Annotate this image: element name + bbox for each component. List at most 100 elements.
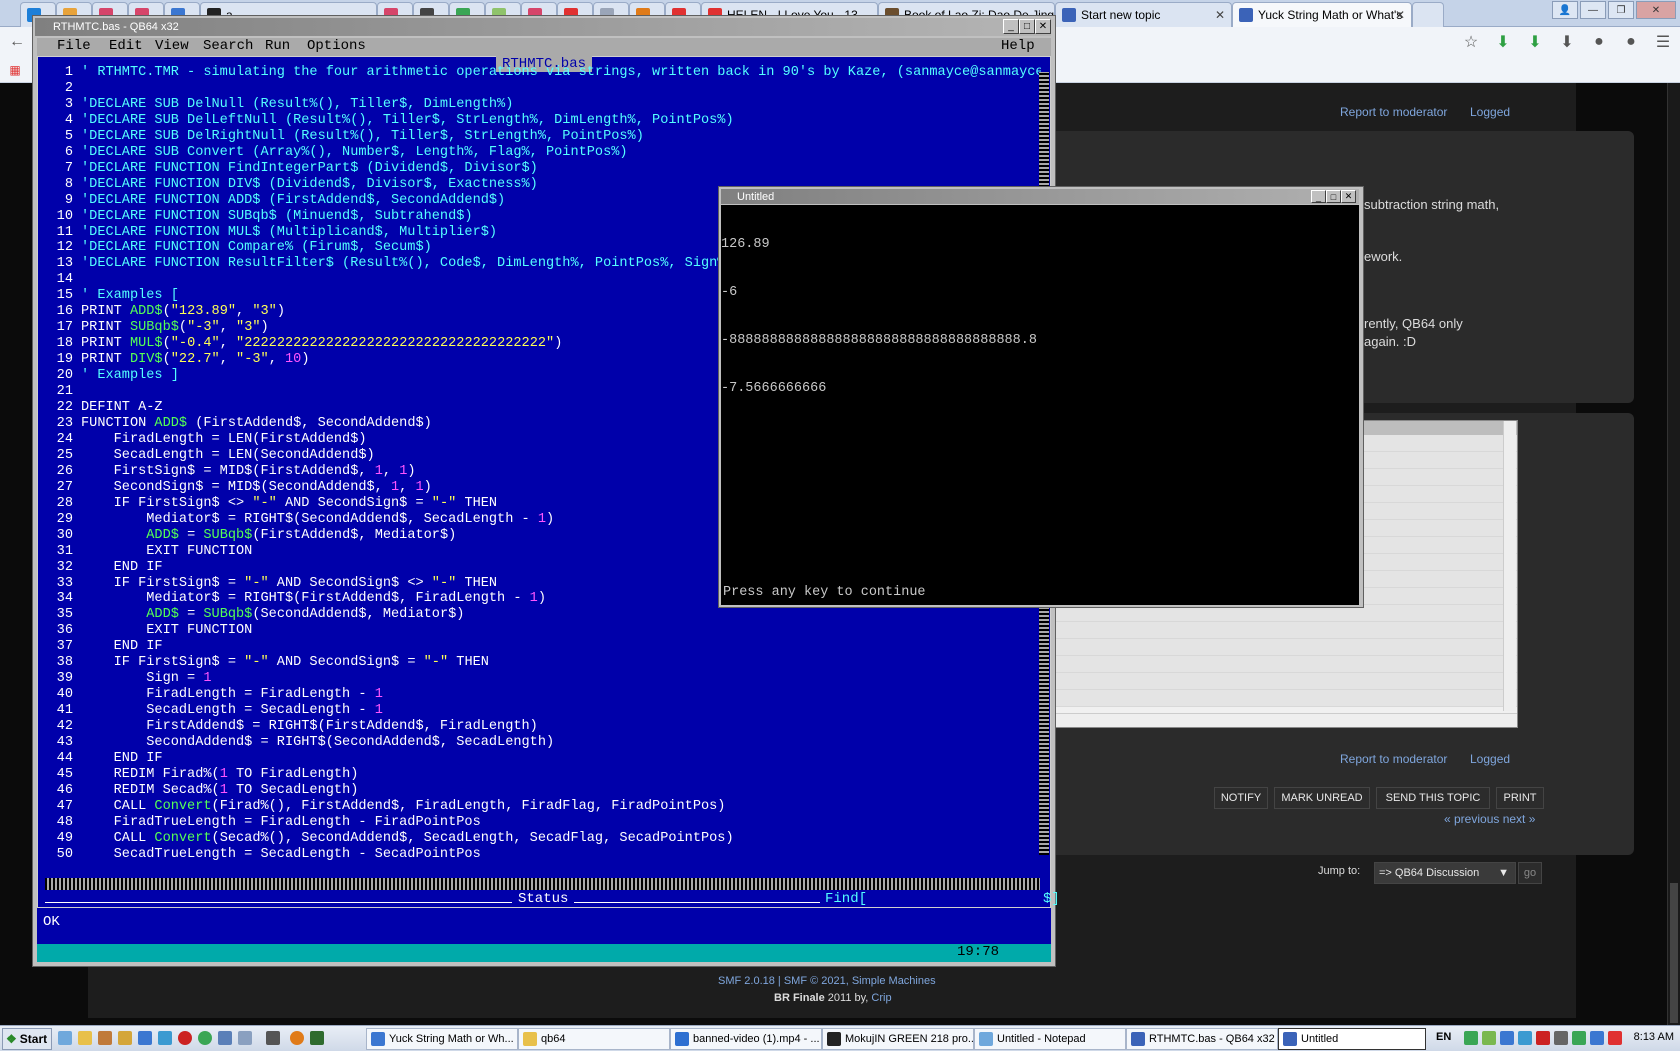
mark-unread-button[interactable]: MARK UNREAD (1274, 787, 1370, 809)
quicklaunch-icon[interactable] (310, 1031, 324, 1045)
code-line[interactable]: 6 'DECLARE SUB Convert (Array%(), Number$… (41, 145, 1041, 161)
code-line[interactable]: 36 EXIT FUNCTION (41, 623, 1041, 639)
new-tab-button[interactable] (1412, 2, 1444, 27)
star-icon[interactable]: ☆ (1460, 31, 1482, 53)
apps-icon[interactable]: ▦ (4, 59, 26, 81)
code-line[interactable]: 40 FiradLength = FiradLength - 1 (41, 687, 1041, 703)
restore-browser-button[interactable]: ❐ (1608, 1, 1634, 19)
menu-icon[interactable]: ☰ (1652, 31, 1674, 53)
find-field[interactable]: Find[$] (825, 891, 1060, 907)
tab-close-icon[interactable]: ✕ (1395, 8, 1405, 22)
menu-options[interactable]: Options (307, 38, 366, 54)
code-line[interactable]: 37 END IF (41, 639, 1041, 655)
report-to-moderator-link[interactable]: Report to moderator (1340, 105, 1447, 119)
code-line[interactable]: 38 IF FirstSign$ = "-" AND SecondSign$ =… (41, 655, 1041, 671)
quicklaunch-icon[interactable] (266, 1031, 280, 1045)
maximize-icon[interactable]: □ (1019, 19, 1035, 34)
quicklaunch-icon[interactable] (58, 1031, 72, 1045)
output-title-bar[interactable]: Untitled _ □ ✕ (721, 189, 1359, 204)
code-line[interactable]: 2 (41, 81, 1041, 97)
code-line[interactable]: 41 SecadLength = SecadLength - 1 (41, 703, 1041, 719)
menu-view[interactable]: View (155, 38, 189, 54)
tab-close-icon[interactable]: ✕ (1215, 8, 1225, 22)
maximize-icon[interactable]: □ (1326, 190, 1341, 203)
code-line[interactable]: 7 'DECLARE FUNCTION FindIntegerPart$ (Div… (41, 161, 1041, 177)
code-line[interactable]: 4 'DECLARE SUB DelLeftNull (Result%(), Ti… (41, 113, 1041, 129)
volume-icon[interactable] (1554, 1031, 1568, 1045)
editor-horizontal-scrollbar[interactable] (45, 878, 1040, 890)
quicklaunch-icon[interactable] (218, 1031, 232, 1045)
notify-button[interactable]: NOTIFY (1214, 787, 1268, 809)
tray-icon[interactable] (1536, 1031, 1550, 1045)
download-icon[interactable]: ⬇ (1492, 31, 1514, 53)
footer-smf[interactable]: SMF 2.0.18 | SMF © 2021, Simple Machines (718, 975, 936, 987)
tray-icon[interactable] (1500, 1031, 1514, 1045)
quicklaunch-icon[interactable] (118, 1031, 132, 1045)
tray-icon[interactable] (1572, 1031, 1586, 1045)
code-line[interactable]: 49 CALL Convert(Secad%(), SecondAddend$,… (41, 831, 1041, 847)
taskbar-item-qb64[interactable]: RTHMTC.bas - QB64 x32 (1126, 1028, 1278, 1050)
clock[interactable]: 8:13 AM (1634, 1031, 1674, 1043)
code-line[interactable]: 1 ' RTHMTC.TMR - simulating the four arit… (41, 65, 1041, 81)
taskbar-item-video[interactable]: banned-video (1).mp4 - ... (670, 1028, 822, 1050)
code-line[interactable]: 39 Sign = 1 (41, 671, 1041, 687)
code-line[interactable]: 42 FirstAddend$ = RIGHT$(FirstAddend$, F… (41, 719, 1041, 735)
code-line[interactable]: 47 CALL Convert(Firad%(), FirstAddend$, … (41, 799, 1041, 815)
qb64-title-bar[interactable]: RTHMTC.bas - QB64 x32 _ □ ✕ (35, 18, 1051, 36)
taskbar-item-notepad[interactable]: Untitled - Notepad (974, 1028, 1126, 1050)
network-icon[interactable] (1590, 1031, 1604, 1045)
code-box-scrollbar[interactable] (1503, 421, 1516, 711)
browser-tab[interactable]: Yuck String Math or What's ✕ (1232, 2, 1412, 27)
minimize-browser-button[interactable]: — (1580, 1, 1606, 19)
quicklaunch-icon[interactable] (78, 1031, 92, 1045)
code-line[interactable]: 48 FiradTrueLength = FiradLength - Firad… (41, 815, 1041, 831)
menu-edit[interactable]: Edit (109, 38, 143, 54)
quicklaunch-icon[interactable] (290, 1031, 304, 1045)
menu-run[interactable]: Run (265, 38, 290, 54)
tray-icon[interactable] (1482, 1031, 1496, 1045)
tray-icon[interactable] (1464, 1031, 1478, 1045)
language-indicator[interactable]: EN (1436, 1031, 1451, 1043)
print-button[interactable]: PRINT (1496, 787, 1544, 809)
prev-next-links[interactable]: « previous next » (1444, 812, 1535, 826)
extension-download-icon[interactable]: ⬇ (1524, 31, 1546, 53)
menu-help[interactable]: Help (1001, 38, 1035, 54)
quicklaunch-icon[interactable] (198, 1031, 212, 1045)
code-line[interactable]: 5 'DECLARE SUB DelRightNull (Result%(), T… (41, 129, 1041, 145)
minimize-icon[interactable]: _ (1003, 19, 1019, 34)
quicklaunch-icon[interactable] (98, 1031, 112, 1045)
taskbar-item-folder[interactable]: qb64 (518, 1028, 670, 1050)
taskbar-item-untitled[interactable]: Untitled (1278, 1028, 1426, 1050)
tray-icon[interactable] (1608, 1031, 1622, 1045)
quicklaunch-icon[interactable] (158, 1031, 172, 1045)
code-line[interactable]: 43 SecondAddend$ = RIGHT$(SecondAddend$,… (41, 735, 1041, 751)
browser-tab[interactable]: Start new topic ✕ (1055, 2, 1232, 27)
extension-people-icon[interactable]: ● (1620, 31, 1642, 53)
taskbar-item-browser[interactable]: Yuck String Math or Wh... (366, 1028, 518, 1050)
extension-icon[interactable]: ⬇ (1556, 31, 1578, 53)
close-browser-button[interactable]: ✕ (1636, 1, 1676, 19)
close-icon[interactable]: ✕ (1341, 190, 1356, 203)
jump-to-select[interactable]: => QB64 Discussion ▼ (1374, 862, 1516, 884)
user-icon[interactable]: 👤 (1552, 1, 1578, 19)
code-line[interactable]: 3 'DECLARE SUB DelNull (Result%(), Tiller… (41, 97, 1041, 113)
quicklaunch-icon[interactable] (138, 1031, 152, 1045)
taskbar-item-console[interactable]: MokujIN GREEN 218 pro... (822, 1028, 974, 1050)
menu-search[interactable]: Search (203, 38, 253, 54)
close-icon[interactable]: ✕ (1035, 19, 1051, 34)
minimize-icon[interactable]: _ (1311, 190, 1326, 203)
output-window[interactable]: Untitled _ □ ✕ 126.89 -6 -88888888888888… (718, 186, 1364, 608)
extension-circle-icon[interactable]: ● (1588, 31, 1610, 53)
back-arrow-icon[interactable]: ← (6, 31, 28, 53)
code-line[interactable]: 46 REDIM Secad%(1 TO SecadLength) (41, 783, 1041, 799)
code-box-horizontal-scrollbar[interactable] (1051, 713, 1517, 727)
quicklaunch-icon[interactable] (178, 1031, 192, 1045)
code-line[interactable]: 45 REDIM Firad%(1 TO FiradLength) (41, 767, 1041, 783)
go-button[interactable]: go (1518, 862, 1542, 884)
tray-icon[interactable] (1518, 1031, 1532, 1045)
code-line[interactable]: 44 END IF (41, 751, 1041, 767)
quicklaunch-icon[interactable] (238, 1031, 252, 1045)
page-scrollbar[interactable] (1667, 83, 1680, 1038)
send-this-topic-button[interactable]: SEND THIS TOPIC (1376, 787, 1490, 809)
start-button[interactable]: ❖ Start (2, 1028, 52, 1050)
